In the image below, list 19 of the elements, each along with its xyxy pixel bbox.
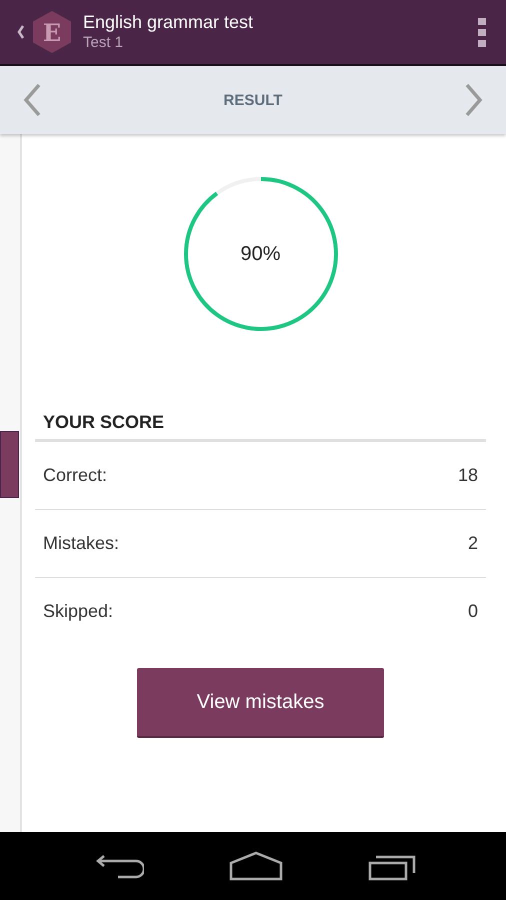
score-value: 2: [468, 533, 478, 554]
score-label: Correct:: [43, 465, 108, 486]
score-label: Skipped:: [43, 601, 114, 622]
app-title: English grammar test: [83, 11, 254, 33]
section-title: RESULT: [224, 92, 282, 108]
app-subtitle: Test 1: [83, 33, 124, 53]
score-value: 18: [458, 465, 478, 486]
progress-remainder: [215, 177, 261, 195]
score-percentage: 90%: [240, 242, 281, 266]
score-heading: YOUR SCORE: [35, 412, 486, 442]
score-value: 0: [468, 601, 478, 622]
logo-letter: E: [42, 18, 62, 46]
view-mistakes-button[interactable]: View mistakes: [137, 668, 384, 738]
hexagon-logo-icon: [30, 10, 74, 54]
drawer-handle[interactable]: [0, 431, 19, 498]
score-label: Mistakes:: [43, 533, 120, 554]
overflow-menu-icon[interactable]: [476, 16, 488, 48]
home-icon[interactable]: [229, 851, 283, 881]
back-icon[interactable]: [16, 23, 26, 41]
